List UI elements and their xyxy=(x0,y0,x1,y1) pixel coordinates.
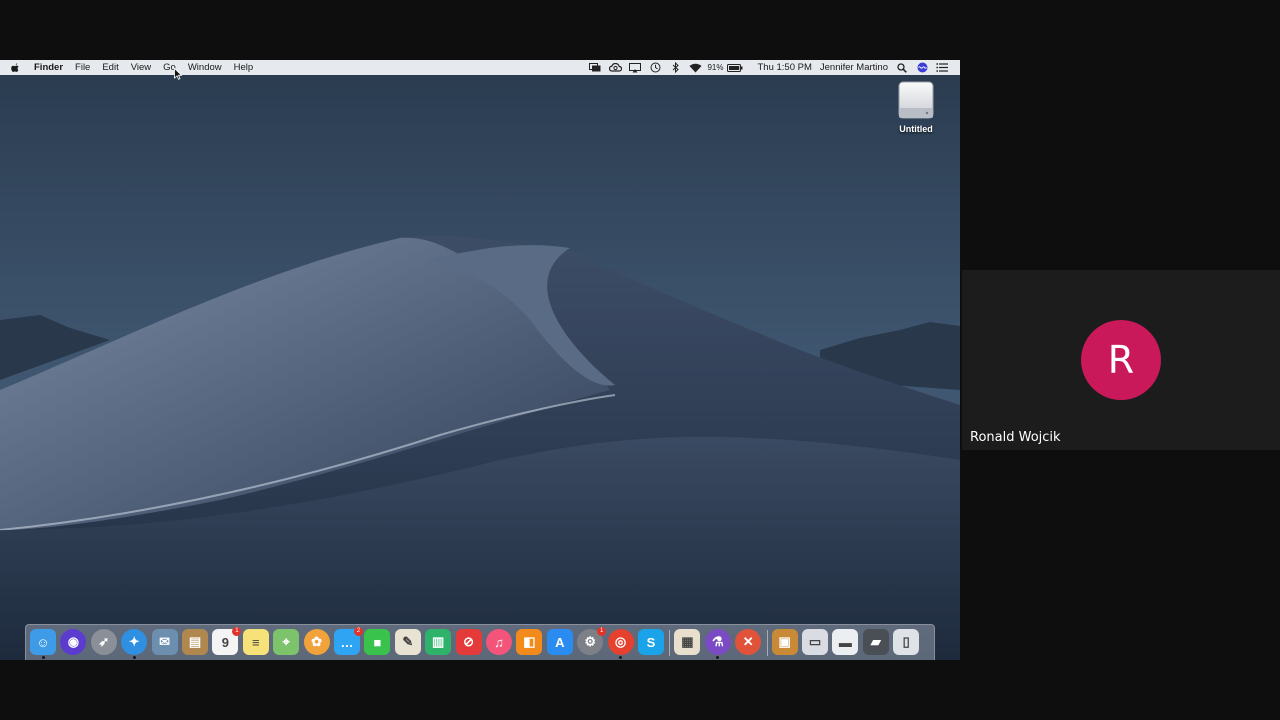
menu-view[interactable]: View xyxy=(125,60,157,75)
desktop-wallpaper xyxy=(0,60,960,660)
dock-cards[interactable]: ▭ xyxy=(802,629,828,655)
bar-chart-icon: ▥ xyxy=(432,634,445,649)
pencil-paper-icon: ✎ xyxy=(402,634,414,649)
dock-skype[interactable]: S xyxy=(638,629,664,655)
dock: ☺ ◉ ➶ ✦ ✉ ▤ 9 1 ≡ ⌖ ✿ … 2 ■ ✎ ▥ ⊘ ♫ ◧ A ⚙ 1 ◎ S ▦ ⚗ ✕ ▣ ▭ ▬ ▰ ▯ xyxy=(25,624,935,660)
dock-finder[interactable]: ☺ xyxy=(30,629,56,655)
notification-center-icon[interactable] xyxy=(932,60,952,75)
menu-clock[interactable]: Thu 1:50 PM xyxy=(753,60,815,75)
dock-flask-app[interactable]: ⚗ xyxy=(704,629,731,655)
dock-photos[interactable]: ✿ xyxy=(303,629,330,655)
apple-menu-icon[interactable] xyxy=(0,60,30,75)
document-icon: ▦ xyxy=(681,634,694,649)
stamp-icon: ✉ xyxy=(159,634,171,649)
dock-badge: 1 xyxy=(597,627,607,636)
skype-icon: S xyxy=(646,634,656,650)
shared-screen: Finder File Edit View Go Window Help 91%… xyxy=(0,60,960,660)
participant-tile[interactable]: R Ronald Wojcik xyxy=(962,270,1280,450)
no-entry-icon: ⊘ xyxy=(463,634,475,649)
menu-app-name[interactable]: Finder xyxy=(30,60,69,75)
menu-file[interactable]: File xyxy=(69,60,96,75)
running-indicator xyxy=(41,656,45,659)
flask-icon: ⚗ xyxy=(711,634,724,649)
participant-name: Ronald Wojcik xyxy=(970,430,1061,445)
hard-drive-icon xyxy=(898,81,934,119)
trash-icon: ▯ xyxy=(902,634,910,649)
dock-separator xyxy=(669,630,671,656)
chrome-icon: ◎ xyxy=(614,634,627,649)
finder-icon: ☺ xyxy=(36,634,50,650)
id-card-icon: ▬ xyxy=(838,634,852,650)
dock-siri[interactable]: ◉ xyxy=(60,629,87,655)
battery-percent: 91% xyxy=(707,63,724,72)
dock-mail-preview[interactable]: ✉ xyxy=(151,629,178,655)
creative-cloud-icon[interactable] xyxy=(605,60,625,75)
dock-books[interactable]: ◧ xyxy=(516,629,543,655)
scanner-icon: ▰ xyxy=(870,634,881,649)
music-note-icon: ♫ xyxy=(494,634,504,650)
dock-messages[interactable]: … 2 xyxy=(334,627,363,655)
time-machine-icon[interactable] xyxy=(645,60,665,75)
address-book-icon: ▤ xyxy=(188,634,202,649)
wifi-icon[interactable] xyxy=(685,60,705,75)
menu-edit[interactable]: Edit xyxy=(96,60,124,75)
video-call-window: Finder File Edit View Go Window Help 91%… xyxy=(0,0,1280,720)
airplay-icon[interactable] xyxy=(625,60,645,75)
x-circle-icon: ✕ xyxy=(742,634,754,649)
desktop-drive-untitled[interactable]: Untitled xyxy=(888,80,944,134)
menu-user-name[interactable]: Jennifer Martino xyxy=(816,60,892,75)
running-indicator xyxy=(716,656,720,659)
map-icon: ⌖ xyxy=(282,634,290,649)
bluetooth-icon[interactable] xyxy=(665,60,685,75)
dock-news[interactable]: ⊘ xyxy=(455,629,482,655)
dock-launchpad[interactable]: ➶ xyxy=(90,629,117,655)
dock-trash[interactable]: ▯ xyxy=(893,629,920,655)
dock-contacts[interactable]: ▤ xyxy=(182,629,208,655)
dock-app-store[interactable]: A xyxy=(546,629,573,655)
mouse-cursor-icon xyxy=(174,68,182,80)
dock-maps[interactable]: ⌖ xyxy=(273,629,300,655)
notes-icon: ≡ xyxy=(252,634,260,650)
siri-icon: ◉ xyxy=(67,634,80,649)
box-icon: ▣ xyxy=(778,634,791,649)
dock-music[interactable]: ♫ xyxy=(486,629,512,655)
dock-system-preferences[interactable]: ⚙ 1 xyxy=(577,627,607,655)
dock-separator xyxy=(766,630,768,656)
dock-textedit[interactable]: ✎ xyxy=(394,629,421,655)
dock-calendar[interactable]: 91 xyxy=(212,627,242,655)
dock-badge: 1 xyxy=(232,627,242,636)
dock-chrome[interactable]: ◎ xyxy=(607,629,634,655)
screen-mirroring-icon[interactable] xyxy=(585,60,605,75)
participant-avatar: R xyxy=(1081,320,1161,400)
spotlight-search-icon[interactable] xyxy=(892,60,912,75)
dock-facetime[interactable]: ■ xyxy=(364,629,391,655)
dock-id-card[interactable]: ▬ xyxy=(832,629,859,655)
running-indicator xyxy=(132,656,136,659)
dock-numbers[interactable]: ▥ xyxy=(425,629,452,655)
running-indicator xyxy=(619,656,623,659)
video-camera-icon: ■ xyxy=(373,634,382,650)
compass-icon: ✦ xyxy=(128,634,140,649)
dock-notes[interactable]: ≡ xyxy=(242,629,269,655)
dock-badge: 2 xyxy=(354,627,363,636)
app-store-icon: A xyxy=(555,634,565,650)
rocket-icon: ➶ xyxy=(98,634,110,649)
siri-menu-icon[interactable] xyxy=(912,60,932,75)
menu-help[interactable]: Help xyxy=(228,60,260,75)
dock-archive[interactable]: ▣ xyxy=(771,629,798,655)
dock-remote-app[interactable]: ✕ xyxy=(735,629,762,655)
dock-safari[interactable]: ✦ xyxy=(121,629,148,655)
dock-preview-doc[interactable]: ▦ xyxy=(674,629,701,655)
photos-flower-icon: ✿ xyxy=(311,634,323,649)
menu-bar: Finder File Edit View Go Window Help 91%… xyxy=(0,60,960,75)
menu-window[interactable]: Window xyxy=(182,60,228,75)
book-icon: ◧ xyxy=(523,634,536,649)
drive-label: Untitled xyxy=(899,124,933,134)
cards-icon: ▭ xyxy=(808,634,822,649)
dock-scanner[interactable]: ▰ xyxy=(862,629,889,655)
battery-icon[interactable] xyxy=(725,60,745,75)
